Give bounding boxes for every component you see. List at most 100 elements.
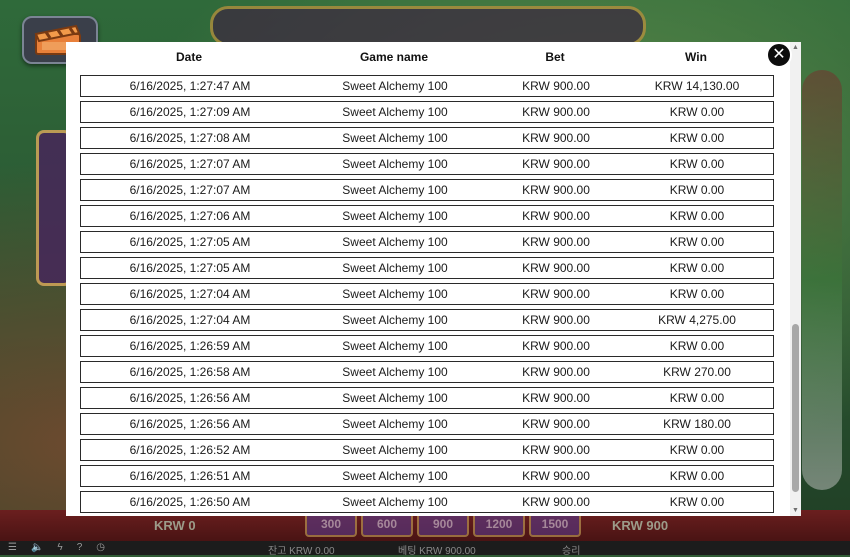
table-row: 6/16/2025, 1:26:50 AM Sweet Alchemy 100 KR… (80, 491, 774, 513)
scroll-thumb[interactable] (792, 324, 799, 492)
cell-win: KRW 270.00 (663, 365, 731, 379)
game-credit-right: KRW 900 (612, 518, 669, 533)
history-modal: Date Game name Bet Win 6/16/2025, 1:27:4… (66, 42, 801, 516)
header-win: Win (685, 50, 707, 64)
cell-bet: KRW 900.00 (522, 79, 590, 93)
cell-bet: KRW 900.00 (522, 261, 590, 275)
table-row: 6/16/2025, 1:26:51 AM Sweet Alchemy 100 KR… (80, 465, 774, 487)
cell-win: KRW 0.00 (669, 495, 725, 509)
game-credit-left: KRW 0 (154, 518, 196, 533)
table-row: 6/16/2025, 1:26:52 AM Sweet Alchemy 100 KR… (80, 439, 774, 461)
clock-icon[interactable]: ◷ (96, 542, 105, 553)
table-row: 6/16/2025, 1:27:07 AM Sweet Alchemy 100 KR… (80, 179, 774, 201)
cell-date: 6/16/2025, 1:27:06 AM (129, 209, 251, 223)
table-row: 6/16/2025, 1:27:05 AM Sweet Alchemy 100 KR… (80, 231, 774, 253)
cell-game-name: Sweet Alchemy 100 (342, 469, 448, 483)
table-row: 6/16/2025, 1:27:04 AM Sweet Alchemy 100 KR… (80, 283, 774, 305)
table-row: 6/16/2025, 1:26:56 AM Sweet Alchemy 100 KR… (80, 387, 774, 409)
close-button[interactable]: ✕ (766, 42, 792, 68)
cell-win: KRW 0.00 (669, 209, 725, 223)
cell-date: 6/16/2025, 1:27:05 AM (129, 261, 251, 275)
cell-game-name: Sweet Alchemy 100 (342, 183, 448, 197)
cell-bet: KRW 900.00 (522, 443, 590, 457)
cell-date: 6/16/2025, 1:27:04 AM (129, 313, 251, 327)
cell-bet: KRW 900.00 (522, 391, 590, 405)
cell-win: KRW 14,130.00 (654, 79, 740, 93)
cell-win: KRW 0.00 (669, 157, 725, 171)
table-row: 6/16/2025, 1:26:56 AM Sweet Alchemy 100 KR… (80, 413, 774, 435)
cell-date: 6/16/2025, 1:26:51 AM (129, 469, 251, 483)
cell-win: KRW 0.00 (669, 339, 725, 353)
close-icon: ✕ (772, 46, 786, 63)
cell-bet: KRW 900.00 (522, 365, 590, 379)
cell-bet: KRW 900.00 (522, 313, 590, 327)
cell-date: 6/16/2025, 1:27:04 AM (129, 287, 251, 301)
scroll-down-icon[interactable]: ▼ (790, 505, 801, 516)
cell-date: 6/16/2025, 1:26:56 AM (129, 417, 251, 431)
cell-win: KRW 0.00 (669, 183, 725, 197)
cell-date: 6/16/2025, 1:26:59 AM (129, 339, 251, 353)
menu-icon[interactable]: ☰ (8, 542, 17, 553)
cell-game-name: Sweet Alchemy 100 (342, 313, 448, 327)
game-right-decoration (802, 70, 842, 490)
header-game-name: Game name (359, 50, 429, 64)
cell-date: 6/16/2025, 1:26:56 AM (129, 391, 251, 405)
cell-win: KRW 0.00 (669, 469, 725, 483)
cell-win: KRW 0.00 (669, 235, 725, 249)
cell-win: KRW 0.00 (669, 261, 725, 275)
cell-win: KRW 0.00 (669, 443, 725, 457)
cell-game-name: Sweet Alchemy 100 (342, 391, 448, 405)
scrollbar[interactable]: ▲ ▼ (790, 42, 801, 516)
cell-game-name: Sweet Alchemy 100 (342, 79, 448, 93)
cell-win: KRW 0.00 (669, 131, 725, 145)
table-row: 6/16/2025, 1:27:06 AM Sweet Alchemy 100 KR… (80, 205, 774, 227)
game-top-banner (210, 6, 646, 46)
cell-bet: KRW 900.00 (522, 339, 590, 353)
cell-bet: KRW 900.00 (522, 105, 590, 119)
cell-bet: KRW 900.00 (522, 209, 590, 223)
cell-game-name: Sweet Alchemy 100 (342, 157, 448, 171)
header-date: Date (175, 50, 202, 64)
table-row: 6/16/2025, 1:27:07 AM Sweet Alchemy 100 KR… (80, 153, 774, 175)
status-icons: ☰ 🔈 ϟ ? ◷ (8, 542, 105, 553)
header-bet: Bet (545, 50, 565, 64)
cell-date: 6/16/2025, 1:27:47 AM (129, 79, 251, 93)
cell-game-name: Sweet Alchemy 100 (342, 235, 448, 249)
cell-bet: KRW 900.00 (522, 183, 590, 197)
cell-game-name: Sweet Alchemy 100 (342, 131, 448, 145)
table-row: 6/16/2025, 1:26:59 AM Sweet Alchemy 100 KR… (80, 335, 774, 357)
cell-bet: KRW 900.00 (522, 469, 590, 483)
table-header: Date Game name Bet Win (66, 42, 801, 74)
table-row: 6/16/2025, 1:27:04 AM Sweet Alchemy 100 KR… (80, 309, 774, 331)
cell-win: KRW 4,275.00 (658, 313, 736, 327)
cell-date: 6/16/2025, 1:27:08 AM (129, 131, 251, 145)
table-body: 6/16/2025, 1:27:47 AM Sweet Alchemy 100 KR… (80, 75, 776, 513)
table-row: 6/16/2025, 1:27:05 AM Sweet Alchemy 100 KR… (80, 257, 774, 279)
cell-bet: KRW 900.00 (522, 131, 590, 145)
cell-date: 6/16/2025, 1:27:07 AM (129, 157, 251, 171)
cell-date: 6/16/2025, 1:27:07 AM (129, 183, 251, 197)
cell-win: KRW 180.00 (663, 417, 731, 431)
sound-icon[interactable]: 🔈 (31, 542, 43, 553)
cell-date: 6/16/2025, 1:26:52 AM (129, 443, 251, 457)
cell-date: 6/16/2025, 1:27:09 AM (129, 105, 251, 119)
history-table[interactable]: 6/16/2025, 1:27:47 AM Sweet Alchemy 100 KR… (80, 75, 776, 513)
lightning-icon[interactable]: ϟ (57, 542, 62, 553)
cell-bet: KRW 900.00 (522, 495, 590, 509)
info-icon[interactable]: ? (77, 542, 83, 553)
cell-game-name: Sweet Alchemy 100 (342, 287, 448, 301)
cell-game-name: Sweet Alchemy 100 (342, 417, 448, 431)
cell-game-name: Sweet Alchemy 100 (342, 443, 448, 457)
cell-date: 6/16/2025, 1:26:50 AM (129, 495, 251, 509)
game-status-bar: ☰ 🔈 ϟ ? ◷ 잔고 KRW 0.00 베팅 KRW 900.00 승리 (0, 541, 850, 557)
cell-game-name: Sweet Alchemy 100 (342, 495, 448, 509)
cell-game-name: Sweet Alchemy 100 (342, 209, 448, 223)
cell-bet: KRW 900.00 (522, 417, 590, 431)
cell-game-name: Sweet Alchemy 100 (342, 339, 448, 353)
table-row: 6/16/2025, 1:27:47 AM Sweet Alchemy 100 KR… (80, 75, 774, 97)
cell-win: KRW 0.00 (669, 105, 725, 119)
table-row: 6/16/2025, 1:27:08 AM Sweet Alchemy 100 KR… (80, 127, 774, 149)
cell-win: KRW 0.00 (669, 391, 725, 405)
table-row: 6/16/2025, 1:27:09 AM Sweet Alchemy 100 KR… (80, 101, 774, 123)
table-row: 6/16/2025, 1:26:58 AM Sweet Alchemy 100 KR… (80, 361, 774, 383)
